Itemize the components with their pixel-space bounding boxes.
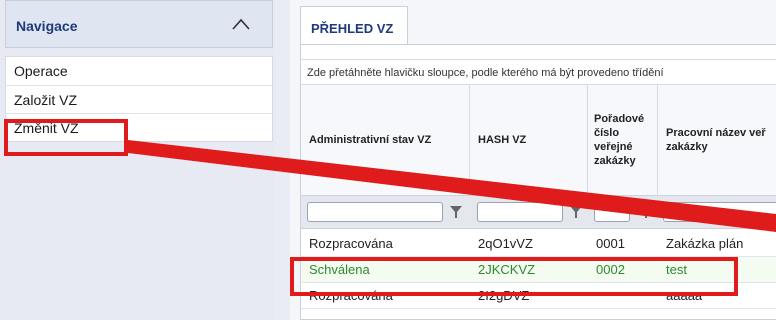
- chevron-up-icon[interactable]: [230, 15, 252, 33]
- column-header-nazev[interactable]: Pracovní název veř zakázky: [658, 85, 776, 195]
- nav-item-operace[interactable]: Operace: [6, 57, 272, 85]
- tab-prehled-vz[interactable]: PŘEHLED VZ: [300, 6, 408, 44]
- nav-item-zalozit-vz[interactable]: Založit VZ: [6, 85, 272, 113]
- nav-title: Navigace: [16, 18, 78, 34]
- filter-input-stav[interactable]: [307, 202, 443, 222]
- filter-row: [301, 195, 776, 229]
- cell-stav: Rozpracována: [309, 236, 393, 251]
- column-header-cislo[interactable]: Pořadové číslo veřejné zakázky: [588, 85, 658, 195]
- annotation-box-row: [290, 257, 738, 296]
- filter-icon[interactable]: [569, 205, 583, 219]
- cell-hash: 2qO1vVZ: [478, 236, 533, 251]
- filter-input-cislo[interactable]: [594, 202, 630, 222]
- annotation-box-menu: [4, 119, 128, 156]
- filter-input-hash[interactable]: [477, 202, 563, 222]
- filter-icon[interactable]: [639, 205, 653, 219]
- cell-nazev: Zakázka plán: [666, 236, 744, 251]
- column-header-stav[interactable]: Administrativní stav VZ: [301, 85, 470, 195]
- filter-icon[interactable]: [449, 205, 463, 219]
- table-row[interactable]: Rozpracována 2qO1vVZ 0001 Zakázka plán: [301, 231, 776, 257]
- grid-header-row: Administrativní stav VZ HASH VZ Pořadové…: [301, 85, 776, 195]
- nav-header[interactable]: Navigace: [5, 0, 273, 48]
- tab-label: PŘEHLED VZ: [311, 21, 394, 36]
- group-by-drop-zone[interactable]: Zde přetáhněte hlavičku sloupce, podle k…: [301, 59, 776, 85]
- filter-input-nazev[interactable]: [663, 202, 776, 222]
- sidebar: Navigace Operace Založit VZ Změnit VZ: [0, 0, 275, 320]
- column-header-hash[interactable]: HASH VZ: [470, 85, 588, 195]
- cell-cislo: 0001: [596, 236, 625, 251]
- column-header-nazev-label: Pracovní název veř zakázky: [666, 127, 766, 153]
- column-header-cislo-label: Pořadové číslo veřejné zakázky: [594, 113, 645, 167]
